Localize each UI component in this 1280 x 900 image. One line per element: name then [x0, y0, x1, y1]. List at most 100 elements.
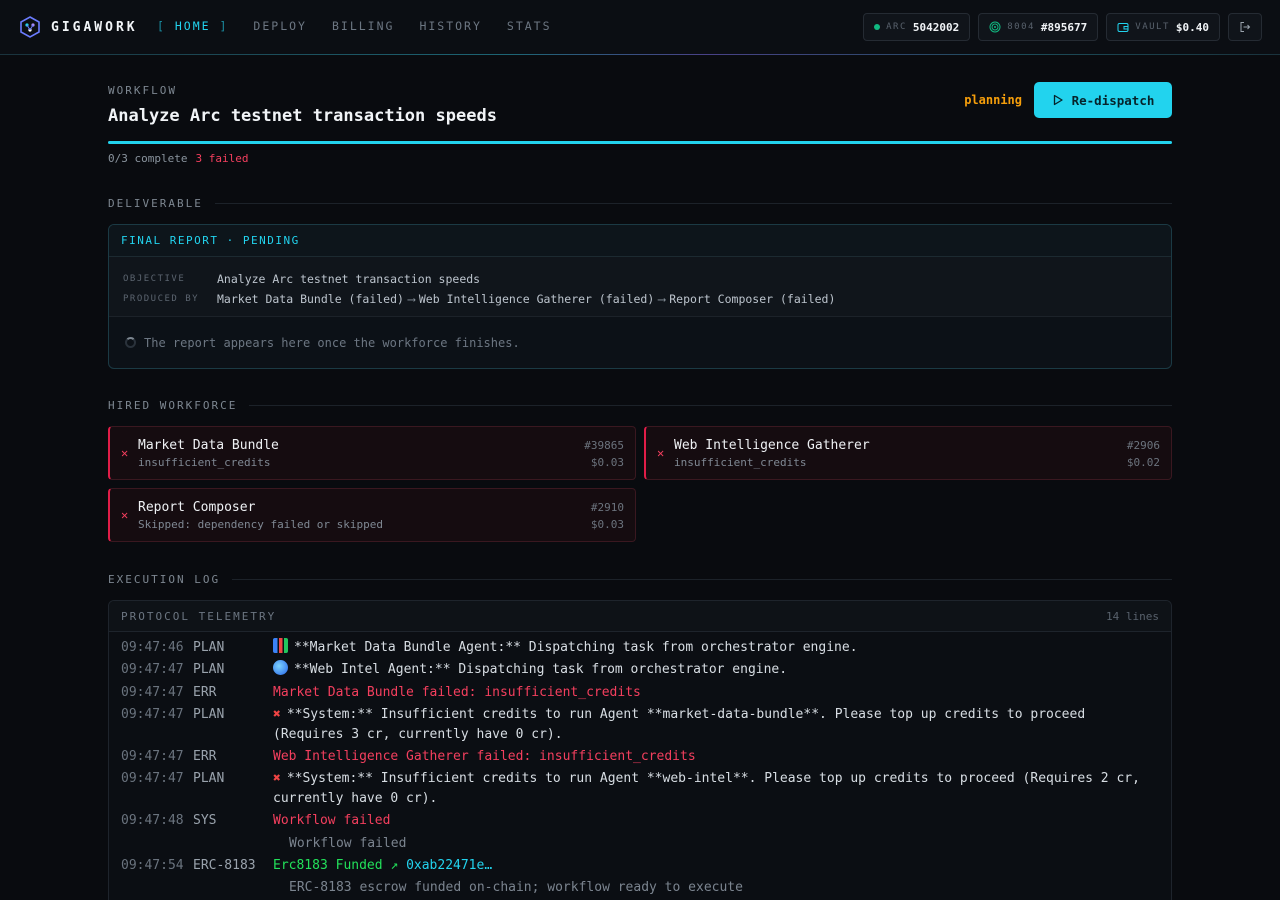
log-tag: PLAN: [193, 662, 225, 677]
agent-card[interactable]: ✕ Web Intelligence Gatherer insufficient…: [644, 426, 1172, 480]
vault-chip-value: $0.40: [1175, 20, 1209, 34]
agent-cost: $0.03: [590, 456, 624, 469]
log-message-text: **System:** Insufficient credits to run …: [286, 707, 1086, 722]
brand-logo[interactable]: GIGAWORK: [19, 16, 138, 38]
agent-id: #39865: [584, 439, 624, 452]
workforce-section-label: HIRED WORKFORCE: [108, 399, 238, 412]
loading-spinner-icon: [125, 337, 136, 348]
failed-x-icon: ✕: [121, 446, 129, 460]
nav-home[interactable]: [ HOME ]: [157, 19, 228, 33]
deliverable-section-header: DELIVERABLE: [108, 197, 1172, 210]
log-sub-message: ERC-8183 escrow funded on-chain; workflo…: [289, 880, 743, 895]
log-message: Erc8183 Funded ↗ 0xab22471e…: [273, 856, 1159, 876]
agent-id: #2910: [590, 501, 624, 514]
log-line: 09:47:54 ERC-8183 Erc8183 Funded ↗ 0xab2…: [121, 856, 1159, 876]
log-time: 09:47:54: [121, 858, 184, 873]
log-message-continued: currently have 0 cr).: [273, 791, 438, 806]
log-message-text: **Market Data Bundle Agent:** Dispatchin…: [294, 640, 858, 655]
log-time: 09:47:48: [121, 813, 184, 828]
agent-card[interactable]: ✕ Report Composer Skipped: dependency fa…: [108, 488, 636, 542]
tx-hash-link[interactable]: 0xab22471e…: [406, 858, 492, 873]
nav-history[interactable]: HISTORY: [419, 19, 481, 33]
log-section-header: EXECUTION LOG: [108, 573, 1172, 586]
agent-reason: insufficient_credits: [138, 456, 271, 469]
globe-emoji-icon: [273, 660, 288, 675]
progress-complete-text: 0/3 complete: [108, 152, 188, 165]
progress-failed-text: 3 failed: [195, 152, 249, 165]
objective-key: OBJECTIVE: [123, 274, 186, 284]
brand-name: GIGAWORK: [51, 19, 138, 35]
top-navigation-bar: GIGAWORK [ HOME ] DEPLOY BILLING HISTORY…: [0, 0, 1280, 55]
log-tag: PLAN: [193, 640, 225, 655]
log-time: 09:47:47: [121, 662, 184, 677]
logout-button[interactable]: [1228, 13, 1262, 41]
log-line: 09:47:46 PLAN **Market Data Bundle Agent…: [121, 638, 1159, 658]
cross-mark-emoji-icon: ✖: [273, 707, 281, 722]
workflow-status-badge: planning: [964, 93, 1022, 107]
log-line-count: 14 lines: [1106, 609, 1159, 623]
log-message: Workflow failed: [273, 813, 391, 828]
log-body[interactable]: 09:47:46 PLAN **Market Data Bundle Agent…: [109, 632, 1171, 900]
log-tag: ERC-8183: [193, 858, 256, 873]
agent-card[interactable]: ✕ Market Data Bundle insufficient_credit…: [108, 426, 636, 480]
status-chips: ARC 5042002 8004 #895677 VAULT $0.40: [863, 13, 1262, 41]
cross-mark-emoji-icon: ✖: [273, 771, 281, 786]
deliverable-card: FINAL REPORT · PENDING OBJECTIVE Analyze…: [108, 224, 1172, 369]
log-title: PROTOCOL TELEMETRY: [121, 609, 277, 623]
online-status-dot-icon: [874, 24, 881, 30]
main-nav: [ HOME ] DEPLOY BILLING HISTORY STATS: [157, 19, 577, 33]
agent-name: Web Intelligence Gatherer: [674, 438, 870, 453]
log-line: 09:47:47 PLAN ✖ **System:** Insufficient …: [121, 769, 1159, 809]
log-line: 09:47:47 ERR Web Intelligence Gatherer f…: [121, 747, 1159, 767]
workflow-eyebrow: WORKFLOW: [108, 84, 177, 97]
log-tag: PLAN: [193, 771, 225, 786]
log-time: 09:47:47: [121, 685, 184, 700]
log-message-text: **Web Intel Agent:** Dispatching task fr…: [294, 662, 788, 677]
section-divider: [214, 203, 1172, 204]
long-arrow-icon: ⟶: [658, 292, 666, 306]
arc-block-chip[interactable]: ARC 5042002: [863, 13, 971, 41]
long-arrow-icon: ⟶: [407, 292, 415, 306]
log-time: 09:47:47: [121, 707, 184, 722]
log-tag: ERR: [193, 749, 217, 764]
log-line: 09:47:47 ERR Market Data Bundle failed: …: [121, 683, 1159, 703]
produced-step: Market Data Bundle (failed): [217, 292, 404, 306]
nav-stats[interactable]: STATS: [507, 19, 552, 33]
log-time: 09:47:47: [121, 749, 184, 764]
identity-chip-value: #895677: [1040, 20, 1088, 34]
redispatch-label: Re-dispatch: [1071, 92, 1155, 108]
deliverable-pending: The report appears here once the workfor…: [109, 317, 1171, 368]
log-line: 09:47:47 PLAN ✖ **System:** Insufficient …: [121, 705, 1159, 745]
identity-chip-label: 8004: [1007, 22, 1035, 32]
redispatch-button[interactable]: Re-dispatch: [1034, 82, 1172, 118]
log-time: 09:47:46: [121, 640, 184, 655]
log-header: PROTOCOL TELEMETRY 14 lines: [109, 601, 1171, 632]
log-time: 09:47:47: [121, 771, 184, 786]
log-line: 09:47:48 SYS Workflow failed: [121, 811, 1159, 831]
vault-chip[interactable]: VAULT $0.40: [1106, 13, 1220, 41]
execution-log-panel[interactable]: PROTOCOL TELEMETRY 14 lines 09:47:46 PLA…: [108, 600, 1172, 900]
hexagon-logo-icon: [20, 16, 40, 38]
play-icon: [1053, 94, 1063, 106]
log-message-text: Erc8183 Funded ↗: [273, 858, 399, 873]
log-message-text: **System:** Insufficient credits to run …: [286, 771, 1140, 786]
log-section-label: EXECUTION LOG: [108, 573, 221, 586]
nav-billing[interactable]: BILLING: [332, 19, 394, 33]
progress-bar: [108, 141, 1172, 144]
identity-chip[interactable]: 8004 #895677: [978, 13, 1099, 41]
agent-reason: insufficient_credits: [674, 456, 807, 469]
produced-by-row: PRODUCED BY Market Data Bundle (failed) ⟶…: [123, 289, 1157, 309]
deliverable-section-label: DELIVERABLE: [108, 197, 203, 210]
page-title: Analyze Arc testnet transaction speeds: [108, 106, 497, 126]
agent-name: Market Data Bundle: [138, 438, 279, 453]
logout-icon: [1240, 22, 1251, 32]
log-message: Market Data Bundle failed: insufficient_…: [273, 685, 641, 700]
section-divider: [232, 579, 1172, 580]
progress-summary: 0/3 complete 3 failed: [108, 152, 248, 165]
wallet-icon: [1117, 23, 1129, 32]
arc-chip-label: ARC: [886, 22, 907, 32]
nav-deploy[interactable]: DEPLOY: [253, 19, 307, 33]
agent-name: Report Composer: [138, 500, 256, 515]
produced-by-chain: Market Data Bundle (failed) ⟶ Web Intellig…: [217, 292, 835, 306]
objective-value: Analyze Arc testnet transaction speeds: [217, 272, 481, 286]
